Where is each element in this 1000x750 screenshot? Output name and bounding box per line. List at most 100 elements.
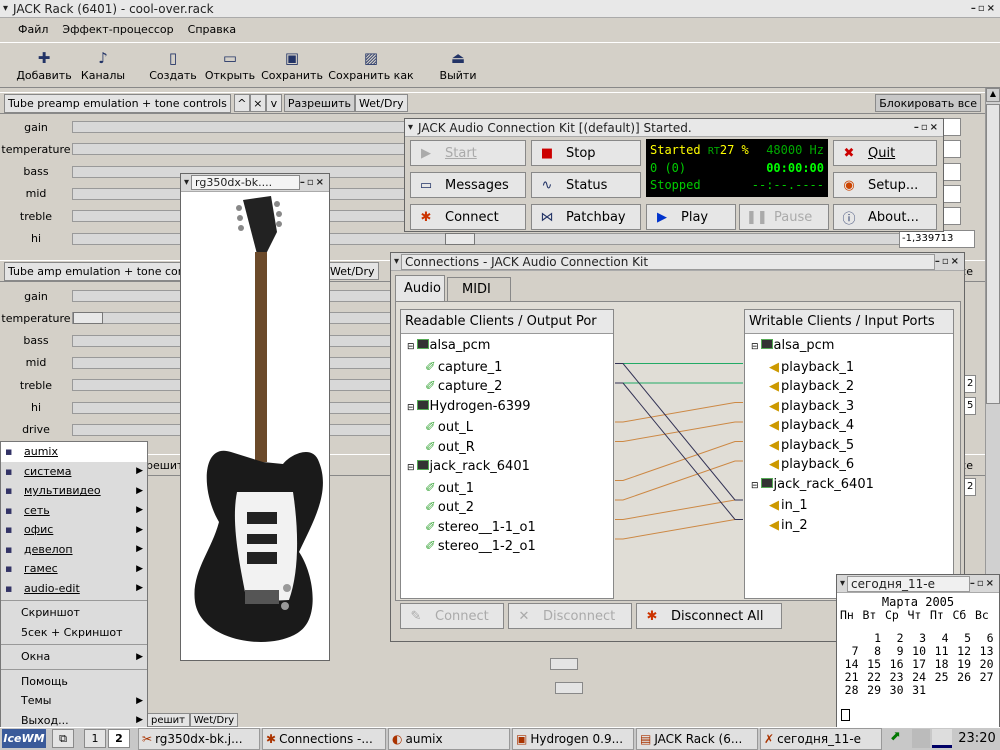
port-node[interactable]: ◀ playback_2 <box>751 377 953 397</box>
stop-button[interactable]: ■ Stop <box>531 140 641 166</box>
connect-ports-button[interactable]: ✎ Connect <box>400 603 504 629</box>
slider-handle[interactable] <box>555 682 583 694</box>
menu-item[interactable]: Эффект-процессор <box>62 23 173 36</box>
expand-icon[interactable]: ⊟ <box>407 463 415 473</box>
move-down-button[interactable]: v <box>265 94 282 112</box>
calendar-day[interactable] <box>953 684 976 697</box>
menu-item-Скриншот[interactable]: Скриншот <box>1 603 147 623</box>
calendar-day[interactable]: 28 <box>840 684 863 697</box>
calendar-day[interactable] <box>930 684 953 697</box>
menu-item-гамес[interactable]: ▪ гамес ▶ <box>1 559 147 579</box>
client-node[interactable]: ⊟ alsa_pcm <box>751 336 953 358</box>
wetdry-toggle-2[interactable]: Wet/Dry <box>326 262 379 280</box>
expand-icon[interactable]: ⊟ <box>751 342 759 352</box>
window-menu-icon[interactable]: ▾ <box>3 3 10 14</box>
setup-button[interactable]: ◉ Setup... <box>833 172 937 198</box>
wetdry-toggle[interactable]: Wet/Dry <box>354 94 408 112</box>
menu-item-сеть[interactable]: ▪ сеть ▶ <box>1 501 147 521</box>
menu-item-Помощь[interactable]: Помощь <box>1 672 147 692</box>
calendar-day[interactable]: 26 <box>953 671 976 684</box>
scroll-up-icon[interactable]: ▲ <box>986 88 1000 102</box>
messages-button[interactable]: ▭ Messages <box>410 172 526 198</box>
move-up-button[interactable]: ^ <box>233 94 250 112</box>
param-value[interactable]: 2 <box>964 375 976 393</box>
task-button[interactable]: ▣ Hydrogen 0.9... <box>512 728 634 750</box>
toolbar-button-6[interactable]: ⏏ Выйти <box>428 43 488 87</box>
port-node[interactable]: ◀ playback_1 <box>751 358 953 378</box>
port-node[interactable]: ◀ playback_6 <box>751 455 953 475</box>
calendar-titlebar[interactable]: ▾ сегодня_11-е –▫× <box>837 575 999 593</box>
port-node[interactable]: ◀ in_2 <box>751 516 953 536</box>
cursor-box[interactable] <box>841 709 850 721</box>
toolbar-button-2[interactable]: ▯ Создать <box>144 43 202 87</box>
menu-item-audio-edit[interactable]: ▪ audio-edit ▶ <box>1 579 147 599</box>
client-node[interactable]: ⊟ Hydrogen-6399 <box>407 397 613 419</box>
port-node[interactable]: ✐ out_L <box>407 418 613 438</box>
menu-item[interactable]: Справка <box>188 23 236 36</box>
port-node[interactable]: ✐ out_2 <box>407 498 613 518</box>
task-button[interactable]: ✗ сегодня_11-е <box>760 728 882 750</box>
image-viewer-titlebar[interactable]: ▾ rg350dx-bk.... –▫× <box>181 174 329 192</box>
connections-titlebar[interactable]: ▾ Connections - JACK Audio Connection Kit… <box>391 253 964 271</box>
show-desktop-icon[interactable]: ⧉ <box>52 729 74 748</box>
toolbar-button-5[interactable]: ▨ Сохранить как <box>326 43 416 87</box>
task-button[interactable]: ✱ Connections -... <box>262 728 386 750</box>
menu-item-Окна[interactable]: Окна ▶ <box>1 647 147 667</box>
plugin3-enable[interactable]: решит <box>146 459 183 472</box>
port-node[interactable]: ✐ stereo__1-2_o1 <box>407 537 613 557</box>
port-node[interactable]: ◀ playback_3 <box>751 397 953 417</box>
port-node[interactable]: ◀ playback_5 <box>751 436 953 456</box>
status-button[interactable]: ∿ Status <box>531 172 641 198</box>
plugin3-value[interactable]: 2 <box>964 478 976 496</box>
menu-item-5сек + Скриншот[interactable]: 5сек + Скриншот <box>1 623 147 643</box>
task-button[interactable]: ✂ rg350dx-bk.j... <box>138 728 260 750</box>
menu-item-мультивидео[interactable]: ▪ мультивидео ▶ <box>1 481 147 501</box>
connect-button[interactable]: ✱ Connect <box>410 204 526 230</box>
menu-item-офис[interactable]: ▪ офис ▶ <box>1 520 147 540</box>
calendar-day[interactable]: 27 <box>975 671 998 684</box>
menu-item-Темы[interactable]: Темы ▶ <box>1 691 147 711</box>
calendar-day[interactable]: 31 <box>908 684 931 697</box>
plugin3-enable-button[interactable]: решит <box>146 713 190 727</box>
about-button[interactable]: ⓘ About... <box>833 204 937 230</box>
tab-midi[interactable]: MIDI <box>447 277 511 301</box>
expand-icon[interactable]: ⊟ <box>751 481 759 491</box>
port-node[interactable]: ✐ out_R <box>407 438 613 458</box>
toolbar-button-1[interactable]: ♪ Каналы <box>74 43 132 87</box>
expand-icon[interactable]: ⊟ <box>407 403 415 413</box>
task-button[interactable]: ▤ JACK Rack (6... <box>636 728 758 750</box>
play-button[interactable]: ▶ Play <box>646 204 736 230</box>
client-node[interactable]: ⊟ alsa_pcm <box>407 336 613 358</box>
disconnect-all-button[interactable]: ✱ Disconnect All <box>636 603 782 629</box>
calendar-day[interactable] <box>975 684 998 697</box>
expand-icon[interactable]: ⊟ <box>407 342 415 352</box>
window-controls[interactable]: –▫× <box>971 3 997 14</box>
menu-item[interactable]: Файл <box>18 23 48 36</box>
writable-clients-list[interactable]: Writable Clients / Input Ports ⊟ alsa_pcm… <box>744 309 954 599</box>
start-button[interactable]: ▶ Start <box>410 140 526 166</box>
disconnect-button[interactable]: ✕ Disconnect <box>508 603 632 629</box>
slider-handle[interactable] <box>73 312 103 325</box>
pause-button[interactable]: ❚❚ Pause <box>739 204 829 230</box>
quit-button[interactable]: ✖ Quit <box>833 140 937 166</box>
scroll-thumb[interactable] <box>986 104 1000 404</box>
calendar-day[interactable]: 30 <box>885 684 908 697</box>
port-node[interactable]: ✐ out_1 <box>407 479 613 499</box>
workspace-2[interactable]: 2 <box>108 729 130 748</box>
calendar-day[interactable]: 29 <box>863 684 886 697</box>
port-node[interactable]: ✐ capture_1 <box>407 358 613 378</box>
menu-item-aumix[interactable]: ▪ aumix <box>1 442 147 462</box>
port-node[interactable]: ◀ in_1 <box>751 496 953 516</box>
remove-button[interactable]: × <box>249 94 266 112</box>
toolbar-button-3[interactable]: ▭ Открыть <box>202 43 258 87</box>
port-node[interactable]: ✐ stereo__1-1_o1 <box>407 518 613 538</box>
param-value[interactable]: 5 <box>964 397 976 415</box>
patchbay-button[interactable]: ⋈ Patchbay <box>531 204 641 230</box>
calendar-day[interactable]: 25 <box>930 671 953 684</box>
enable-toggle[interactable]: Разрешить <box>283 94 355 112</box>
main-titlebar[interactable]: ▾ JACK Rack (6401) - cool-over.rack –▫× <box>0 0 1000 18</box>
network-icon[interactable]: ⬈ <box>890 729 910 748</box>
toolbar-button-4[interactable]: ▣ Сохранить <box>258 43 326 87</box>
port-node[interactable]: ✐ capture_2 <box>407 377 613 397</box>
icewm-start-button[interactable]: IceWM <box>2 729 46 748</box>
